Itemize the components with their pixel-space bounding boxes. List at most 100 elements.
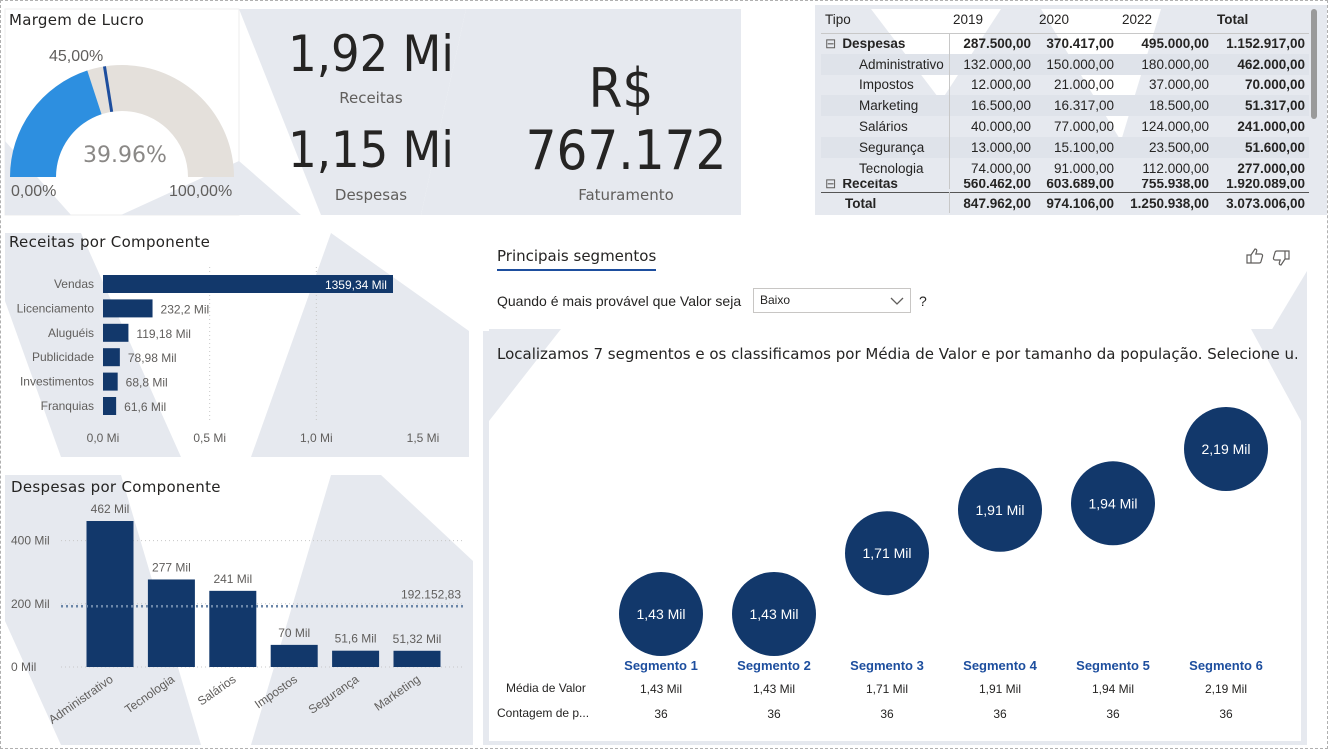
matrix-row[interactable]: Marketing 16.500,00 16.317,00 18.500,00 51.3… xyxy=(821,95,1309,117)
matrix-row[interactable]: Salários 40.000,00 77.000,00 124.000,00 241.… xyxy=(821,116,1309,137)
matrix-header[interactable]: 2019 xyxy=(949,7,1035,33)
matrix-header[interactable]: 2020 xyxy=(1035,7,1118,33)
matrix-group-label: Despesas xyxy=(842,35,906,51)
matrix-row-label: Salários xyxy=(859,119,908,135)
matrix-total-row: Total 847.962,00 974.106,00 1.250.938,00… xyxy=(821,192,1309,213)
report-canvas: Margem de Lucro 45,00% 39.96% 0,00% 100,… xyxy=(0,0,1328,749)
faturamento-currency: R$ xyxy=(588,57,654,120)
matrix-cell: 124.000,00 xyxy=(1141,119,1209,135)
matrix-row[interactable]: Impostos 12.000,00 21.000,00 37.000,00 70.00… xyxy=(821,74,1309,96)
matrix-row[interactable]: Tecnologia 74.000,00 91.000,00 112.000,00 27… xyxy=(821,157,1309,179)
segment-name[interactable]: Segmento 3 xyxy=(850,658,924,673)
matrix-cell: 370.417,00 xyxy=(1046,36,1114,52)
segment-contagem: 36 xyxy=(993,707,1007,721)
data-label: 232,2 Mil xyxy=(161,302,210,316)
bubble-label: 1,94 Mil xyxy=(1088,495,1137,511)
matrix-cell: 603.689,00 xyxy=(1046,178,1114,189)
matrix-header[interactable]: Tipo xyxy=(821,7,949,33)
bar[interactable] xyxy=(393,650,441,667)
bar[interactable] xyxy=(103,397,117,415)
matrix-total-table: Total 847.962,00 974.106,00 1.250.938,00… xyxy=(821,192,1309,213)
bar[interactable] xyxy=(103,372,118,391)
matrix-cell: 277.000,00 xyxy=(1237,160,1305,176)
matrix-cell: 241.000,00 xyxy=(1237,119,1305,135)
y-tick-label: 0 Mil xyxy=(11,660,36,674)
segment-name[interactable]: Segmento 6 xyxy=(1189,658,1263,673)
segment-name[interactable]: Segmento 4 xyxy=(963,658,1037,673)
despesas-value: 1,15 Mi xyxy=(288,121,454,179)
matrix-cell: 495.000,00 xyxy=(1141,36,1209,52)
average-label: 192.152,83 xyxy=(401,587,461,601)
data-label: 462 Mil xyxy=(91,502,130,516)
data-label: 51,32 Mil xyxy=(393,632,442,646)
faturamento-label: Faturamento xyxy=(578,186,674,204)
despesas-column-chart: 0 Mil 200 Mil 400 Mil 462 Mil Administrativo… xyxy=(11,502,465,727)
matrix-cell: 51.600,00 xyxy=(1213,136,1309,158)
gauge-min-label: 0,00% xyxy=(11,183,57,200)
thumbs-down-icon[interactable] xyxy=(1271,249,1291,267)
receitas-bar-chart: 0,0 Mi 0,5 Mi 1,0 Mi 1,5 Mi Vendas 1359,34 Mi… xyxy=(17,267,439,445)
question-suffix: ? xyxy=(919,293,927,309)
matrix-cell: 462.000,00 xyxy=(1213,53,1309,75)
segments-bubble-chart: 1,43 Mil Segmento 1 1,43 Mil 36 1,43 Mil Segm… xyxy=(619,407,1268,721)
bar[interactable] xyxy=(209,590,257,667)
segment-name[interactable]: Segmento 1 xyxy=(624,658,698,673)
matrix-header[interactable]: 2022 xyxy=(1118,7,1213,33)
x-tick-label: 0,5 Mi xyxy=(193,431,226,445)
matrix-partial-cell: ⊟ Receitas xyxy=(821,179,949,189)
thumbs-up-icon[interactable] xyxy=(1245,247,1265,265)
matrix-cell: 18.500,00 xyxy=(1118,95,1213,117)
x-tick-label: 0,0 Mi xyxy=(87,431,120,445)
bar[interactable] xyxy=(147,579,195,667)
matrix-cell: 21.000,00 xyxy=(1053,77,1114,93)
matrix-cell: 13.000,00 xyxy=(948,136,1035,158)
matrix-header[interactable]: Total xyxy=(1213,7,1309,33)
receitas-value: 1,92 Mi xyxy=(288,25,454,83)
segments-summary: Localizamos 7 segmentos e os classificam… xyxy=(497,345,1297,363)
bar[interactable] xyxy=(332,650,380,667)
matrix-cell: 755.938,00 xyxy=(1141,178,1209,189)
bar[interactable] xyxy=(270,644,318,667)
matrix-cell: 974.106,00 xyxy=(1046,195,1114,211)
matrix-partial-row: ⊟ Receitas 560.462,00 603.689,00 755.938,… xyxy=(821,178,1309,189)
matrix-row-label: Administrativo xyxy=(821,53,949,75)
data-label: 78,98 Mil xyxy=(128,351,177,365)
gauge-title: Margem de Lucro xyxy=(9,11,145,29)
data-label: 68,8 Mil xyxy=(126,376,168,390)
matrix-cell: 112.000,00 xyxy=(1142,160,1209,176)
matrix-cell: 847.962,00 xyxy=(948,192,1035,213)
category-label: Marketing xyxy=(372,672,423,714)
bar[interactable] xyxy=(86,521,134,667)
despesas-label: Despesas xyxy=(334,186,408,204)
bar[interactable] xyxy=(103,348,120,367)
value-dropdown[interactable]: Baixo xyxy=(753,288,911,313)
bubble-label: 1,71 Mil xyxy=(862,545,911,561)
matrix-cell: 180.000,00 xyxy=(1118,53,1213,75)
tab-principais-segmentos[interactable]: Principais segmentos xyxy=(497,247,656,265)
segment-name[interactable]: Segmento 2 xyxy=(737,658,811,673)
matrix-cell: 560.462,00 xyxy=(948,178,1035,189)
category-label: Publicidade xyxy=(32,350,94,364)
bar[interactable] xyxy=(103,299,153,318)
matrix-cell: 150.000,00 xyxy=(1035,53,1118,75)
segment-name[interactable]: Segmento 5 xyxy=(1076,658,1150,673)
matrix-row[interactable]: Segurança 13.000,00 15.100,00 23.500,00 51.6… xyxy=(821,136,1309,158)
matrix-row[interactable]: Administrativo 132.000,00 150.000,00 180.00… xyxy=(821,53,1309,75)
receitas-label: Receitas xyxy=(339,89,403,107)
receitas-chart-title: Receitas por Componente xyxy=(9,233,211,251)
matrix-cell: 37.000,00 xyxy=(1148,77,1209,93)
segment-media: 1,94 Mil xyxy=(1092,682,1134,696)
category-label: Segurança xyxy=(306,672,362,717)
collapse-icon[interactable]: ⊟ xyxy=(825,179,836,189)
matrix-group-row: ⊟ Despesas 287.500,00 370.417,00 495.000,… xyxy=(821,33,1309,54)
data-label: 277 Mil xyxy=(152,560,191,574)
collapse-icon[interactable]: ⊟ xyxy=(825,36,836,51)
chevron-down-icon xyxy=(890,297,904,305)
segment-media: 1,43 Mil xyxy=(753,682,795,696)
matrix-row-label: Marketing xyxy=(821,95,949,117)
matrix-cell: 23.500,00 xyxy=(1118,136,1213,158)
dropdown-selected-value: Baixo xyxy=(760,293,791,307)
matrix-scrollbar[interactable] xyxy=(1311,9,1317,119)
segment-media: 2,19 Mil xyxy=(1205,682,1247,696)
bar[interactable] xyxy=(103,323,129,342)
